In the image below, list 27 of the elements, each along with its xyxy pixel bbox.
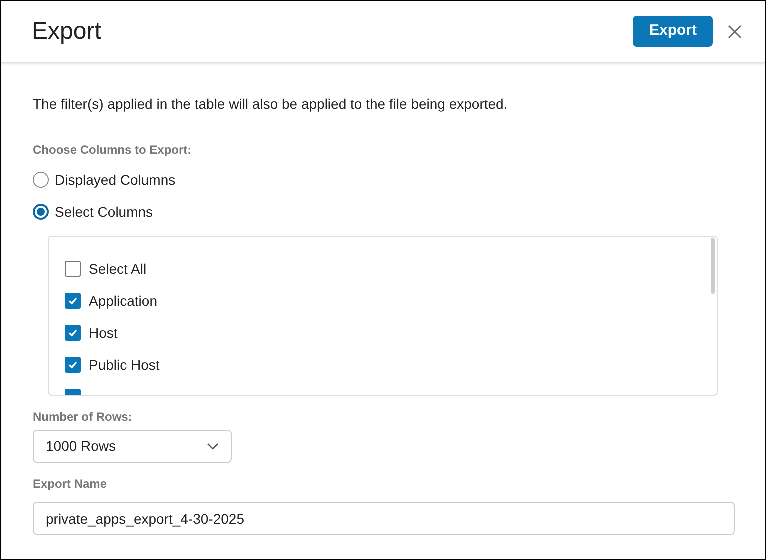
checkbox-label[interactable]: Host	[89, 322, 118, 344]
dropdown-value: 1000 Rows	[46, 437, 118, 456]
export-button[interactable]: Export	[633, 16, 713, 47]
checkbox[interactable]	[65, 357, 81, 373]
radio-label[interactable]: Select Columns	[55, 202, 154, 222]
export-name-field[interactable]: private_apps_export_4-30-2025	[33, 502, 735, 535]
checkbox-label[interactable]: Select All	[89, 258, 147, 280]
check-icon	[68, 296, 78, 306]
check-icon	[68, 328, 78, 338]
check-icon	[68, 360, 78, 370]
checkbox-label[interactable]: Application	[89, 290, 158, 312]
rows-dropdown[interactable]: 1000 Rows	[33, 430, 232, 463]
radio-label[interactable]: Displayed Columns	[55, 170, 176, 190]
section-label: Choose Columns to Export:	[33, 142, 193, 159]
scrollbar-thumb[interactable]	[711, 238, 715, 294]
notice-text: The filter(s) applied in the table will also be applied to the file being exported.	[33, 95, 509, 113]
field-label: Number of Rows:	[33, 409, 134, 426]
chevron-down-icon	[207, 442, 219, 450]
radio-button[interactable]	[33, 204, 49, 220]
radio-button[interactable]	[33, 172, 49, 188]
dialog-title: Export	[32, 16, 102, 46]
checkbox[interactable]	[65, 325, 81, 341]
close-icon[interactable]	[728, 24, 742, 38]
field-label: Export Name	[33, 476, 108, 493]
checkbox-label[interactable]: Public Host	[89, 354, 160, 376]
checkbox[interactable]	[65, 293, 81, 309]
checkbox[interactable]	[65, 261, 81, 277]
